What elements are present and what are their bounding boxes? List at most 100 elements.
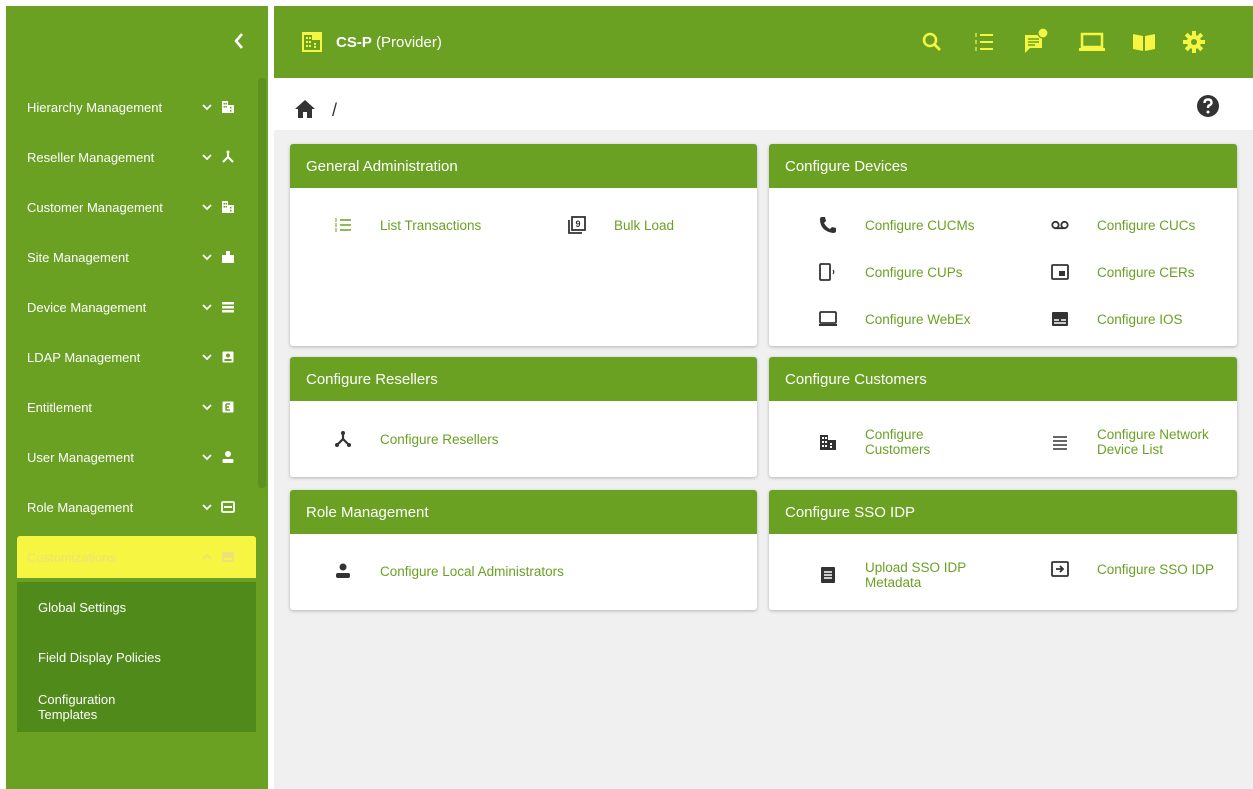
sidebar-item-hierarchy-management[interactable]: Hierarchy Management (6, 82, 258, 132)
link-label: Bulk Load (614, 217, 675, 233)
cer-icon (1051, 264, 1069, 280)
chevron-down-icon (202, 204, 212, 211)
sidebar-subitem-field-display-policies[interactable]: Field Display Policies (17, 632, 256, 682)
notifications-icon (1025, 28, 1049, 53)
card-title: Configure Devices (769, 144, 1237, 188)
link-configure-ios[interactable]: Configure IOS (1051, 310, 1237, 328)
login-icon (1051, 561, 1069, 577)
sidebar-item-label: Reseller Management (27, 149, 155, 165)
transactions-button[interactable] (970, 28, 998, 56)
link-label: Configure Network Device List (1097, 427, 1209, 457)
breadcrumb-separator: / (332, 100, 338, 120)
book-button[interactable] (1130, 28, 1158, 56)
sidebar-item-customizations[interactable]: Customizations (17, 536, 256, 578)
link-configure-resellers[interactable]: Configure Resellers (334, 430, 580, 448)
sidebar-scrollbar[interactable] (258, 78, 266, 488)
link-label: Configure Resellers (380, 431, 499, 447)
reseller-icon (222, 150, 234, 163)
gear-icon (1183, 31, 1205, 53)
chevron-up-icon (202, 553, 212, 560)
settings-button[interactable] (1180, 28, 1208, 56)
transactions-icon (975, 33, 993, 51)
chevron-down-icon (202, 504, 212, 511)
search-button[interactable] (918, 28, 946, 56)
notifications-button[interactable] (1022, 28, 1050, 56)
entitlement-icon (222, 401, 234, 413)
sidebar-subitem-global-settings[interactable]: Global Settings (17, 582, 256, 632)
link-upload-sso-idp-metadata[interactable]: Upload SSO IDP Metadata (819, 560, 985, 590)
chevron-down-icon (202, 404, 212, 411)
link-configure-local-administrators[interactable]: Configure Local Administrators (334, 562, 640, 580)
user-icon (222, 451, 234, 463)
building-icon (820, 435, 836, 450)
link-label: Configure Customers (865, 427, 931, 457)
link-configure-sso-idp[interactable]: Configure SSO IDP (1051, 560, 1237, 578)
chevron-down-icon (202, 254, 212, 261)
sidebar-item-label: Entitlement (27, 399, 93, 415)
card-general-administration: General Administration List Transactions… (290, 144, 757, 346)
site-icon (222, 251, 234, 263)
customizations-submenu: Global Settings Field Display Policies C… (17, 582, 256, 732)
sidebar-item-label: Role Management (27, 499, 134, 515)
customizations-icon (222, 552, 234, 562)
laptop-button[interactable] (1078, 28, 1106, 56)
collapse-sidebar-button[interactable] (224, 26, 254, 56)
sidebar-item-label: Customer Management (27, 199, 163, 215)
sidebar-item-ldap-management[interactable]: LDAP Management (6, 332, 258, 382)
link-list-transactions[interactable]: List Transactions (334, 216, 520, 234)
sidebar-item-reseller-management[interactable]: Reseller Management (6, 132, 258, 182)
ios-icon (1052, 312, 1068, 326)
link-label: Configure CUPs (865, 264, 963, 280)
sidebar-subitem-label: Configuration Templates (38, 692, 116, 722)
help-icon[interactable] (1196, 94, 1220, 118)
book-icon (1133, 34, 1155, 51)
sidebar-item-label: User Management (27, 449, 134, 465)
link-configure-cucms[interactable]: Configure CUCMs (819, 216, 1005, 234)
chevron-down-icon (202, 154, 212, 161)
sidebar-item-customer-management[interactable]: Customer Management (6, 182, 258, 232)
sidebar-item-entitlement[interactable]: Entitlement (6, 382, 258, 432)
building-icon (302, 32, 322, 52)
org-title[interactable]: CS-P (Provider) (336, 34, 442, 51)
link-label: Configure SSO IDP (1097, 561, 1215, 577)
chevron-down-icon (202, 354, 212, 361)
sidebar-item-label: Device Management (27, 299, 147, 315)
building-icon (222, 101, 234, 113)
link-label: Upload SSO IDP Metadata (865, 560, 967, 590)
laptop-icon (1079, 32, 1105, 51)
list-lines-icon (1053, 436, 1067, 450)
sidebar: Hierarchy Management Reseller Management… (6, 6, 268, 789)
ldap-icon (222, 351, 234, 363)
mobile-icon (819, 263, 835, 281)
link-bulk-load[interactable]: 9 Bulk Load (568, 216, 754, 234)
org-type: (Provider) (371, 34, 442, 51)
home-icon[interactable] (294, 98, 316, 120)
link-label: Configure CUCs (1097, 217, 1196, 233)
chevron-left-icon (234, 33, 243, 49)
card-title: Configure SSO IDP (769, 490, 1237, 534)
link-label: List Transactions (380, 217, 482, 233)
search-icon (922, 32, 941, 51)
sidebar-item-user-management[interactable]: User Management (6, 432, 258, 482)
sidebar-subitem-configuration-templates[interactable]: Configuration Templates (17, 682, 256, 732)
sidebar-item-site-management[interactable]: Site Management (6, 232, 258, 282)
breadcrumb: / (274, 78, 1253, 130)
link-configure-network-device-list[interactable]: Configure Network Device List (1051, 427, 1237, 457)
sidebar-item-label: Customizations (27, 549, 116, 565)
bulk-load-icon: 9 (568, 216, 586, 234)
user-icon (336, 563, 350, 578)
list-icon (335, 218, 351, 232)
link-configure-customers[interactable]: Configure Customers (819, 427, 975, 457)
card-configure-sso-idp: Configure SSO IDP Upload SSO IDP Metadat… (769, 490, 1237, 610)
link-configure-cucs[interactable]: Configure CUCs (1051, 216, 1237, 234)
reseller-icon (335, 431, 351, 447)
link-configure-cers[interactable]: Configure CERs (1051, 263, 1237, 281)
voicemail-icon (1051, 220, 1069, 230)
sidebar-item-role-management[interactable]: Role Management (6, 482, 258, 532)
chevron-down-icon (202, 304, 212, 311)
link-configure-cups[interactable]: Configure CUPs (819, 263, 1005, 281)
card-configure-customers: Configure Customers Configure Customers … (769, 357, 1237, 477)
card-title: Configure Resellers (290, 357, 757, 401)
link-configure-webex[interactable]: Configure WebEx (819, 310, 1005, 328)
sidebar-item-device-management[interactable]: Device Management (6, 282, 258, 332)
